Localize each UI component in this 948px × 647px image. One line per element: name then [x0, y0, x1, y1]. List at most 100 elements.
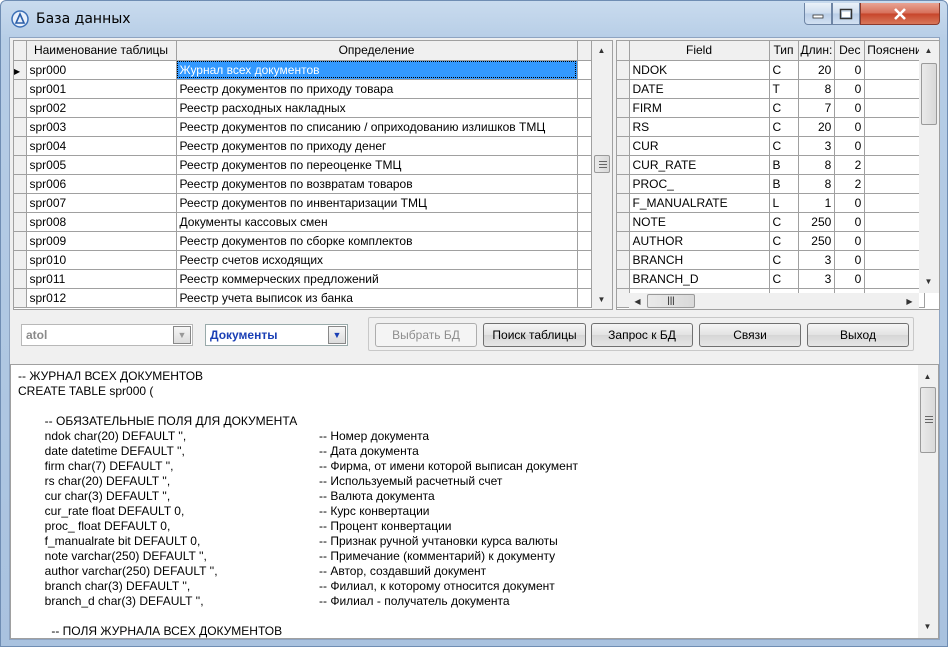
- table-row[interactable]: spr009 Реестр документов по сборке компле…: [14, 231, 592, 251]
- cell-field[interactable]: BRANCH_D: [629, 269, 770, 289]
- cell-definition[interactable]: Журнал всех документов: [176, 60, 578, 80]
- cell-field[interactable]: NDOK: [629, 60, 770, 80]
- cell-description[interactable]: [864, 98, 925, 118]
- exit-button[interactable]: Выход: [807, 323, 909, 347]
- table-row[interactable]: spr008 Документы кассовых смен: [14, 212, 592, 232]
- table-row[interactable]: spr011 Реестр коммерческих предложений: [14, 269, 592, 289]
- cell-length[interactable]: 250: [798, 212, 836, 232]
- table-row[interactable]: DATE T 8 0: [617, 79, 925, 99]
- column-header-definition[interactable]: Определение: [176, 41, 578, 61]
- scroll-up-arrow[interactable]: ▲: [593, 42, 610, 59]
- cell-definition[interactable]: Реестр расходных накладных: [176, 98, 578, 118]
- cell-definition[interactable]: Документы кассовых смен: [176, 212, 578, 232]
- cell-dec[interactable]: 0: [834, 193, 866, 213]
- table-row[interactable]: CUR_RATE B 8 2: [617, 155, 925, 175]
- cell-definition[interactable]: Реестр документов по возвратам товаров: [176, 174, 578, 194]
- scroll-thumb[interactable]: [921, 63, 937, 125]
- fields-horizontal-scrollbar[interactable]: ◀ ||| ▶: [629, 293, 919, 309]
- fields-grid[interactable]: Field Тип Длин: Dec Пояснени NDOK C 20 0 DAT…: [616, 40, 940, 310]
- row-indicator[interactable]: [14, 155, 27, 175]
- scroll-thumb[interactable]: [594, 155, 610, 173]
- row-indicator[interactable]: [14, 250, 27, 270]
- cell-dec[interactable]: 0: [834, 250, 866, 270]
- row-indicator[interactable]: [617, 98, 630, 118]
- links-button[interactable]: Связи: [699, 323, 801, 347]
- cell-definition[interactable]: Реестр документов по списанию / оприходо…: [176, 117, 578, 137]
- row-indicator[interactable]: [14, 269, 27, 289]
- cell-dec[interactable]: 0: [834, 117, 866, 137]
- cell-type[interactable]: C: [769, 60, 799, 80]
- cell-table-name[interactable]: spr003: [26, 117, 177, 137]
- row-indicator[interactable]: [617, 231, 630, 251]
- cell-length[interactable]: 3: [798, 269, 836, 289]
- fields-vertical-scrollbar[interactable]: ▲ ▼: [919, 41, 939, 293]
- cell-description[interactable]: [864, 117, 925, 137]
- cell-type[interactable]: C: [769, 117, 799, 137]
- cell-table-name[interactable]: spr012: [26, 288, 177, 308]
- row-indicator[interactable]: [14, 193, 27, 213]
- table-row[interactable]: spr006 Реестр документов по возвратам тов…: [14, 174, 592, 194]
- row-indicator[interactable]: [617, 155, 630, 175]
- table-row[interactable]: BRANCH C 3 0: [617, 250, 925, 270]
- cell-field[interactable]: DATE: [629, 79, 770, 99]
- title-bar[interactable]: База данных: [1, 1, 947, 37]
- row-indicator[interactable]: [617, 60, 630, 80]
- cell-description[interactable]: [864, 136, 925, 156]
- table-row[interactable]: spr003 Реестр документов по списанию / оп…: [14, 117, 592, 137]
- cell-field[interactable]: AUTHOR: [629, 231, 770, 251]
- cell-field[interactable]: BRANCH: [629, 250, 770, 270]
- table-row[interactable]: NOTE C 250 0: [617, 212, 925, 232]
- cell-dec[interactable]: 0: [834, 212, 866, 232]
- cell-table-name[interactable]: spr009: [26, 231, 177, 251]
- table-row[interactable]: F_MANUALRATE L 1 0: [617, 193, 925, 213]
- cell-type[interactable]: C: [769, 98, 799, 118]
- scroll-left-arrow[interactable]: ◀: [629, 293, 646, 309]
- cell-dec[interactable]: 2: [834, 155, 866, 175]
- cell-type[interactable]: C: [769, 136, 799, 156]
- scroll-up-arrow[interactable]: ▲: [919, 368, 936, 385]
- cell-definition[interactable]: Реестр документов по приходу денег: [176, 136, 578, 156]
- cell-description[interactable]: [864, 231, 925, 251]
- cell-field[interactable]: NOTE: [629, 212, 770, 232]
- cell-table-name[interactable]: spr004: [26, 136, 177, 156]
- table-row[interactable]: ▶ spr000 Журнал всех документов: [14, 60, 592, 80]
- row-indicator[interactable]: [14, 98, 27, 118]
- table-row[interactable]: spr004 Реестр документов по приходу денег: [14, 136, 592, 156]
- table-row[interactable]: spr012 Реестр учета выписок из банка: [14, 288, 592, 308]
- horizontal-scroll-thumb[interactable]: |||: [647, 294, 695, 308]
- column-header-field[interactable]: Field: [629, 41, 770, 61]
- tables-vertical-scrollbar[interactable]: ▲ ▼: [592, 41, 612, 309]
- row-indicator[interactable]: [617, 250, 630, 270]
- cell-field[interactable]: CUR: [629, 136, 770, 156]
- query-db-button[interactable]: Запрос к БД: [591, 323, 693, 347]
- chevron-down-icon[interactable]: ▼: [173, 326, 191, 344]
- chevron-down-icon[interactable]: ▼: [328, 326, 346, 344]
- column-header-table-name[interactable]: Наименование таблицы: [26, 41, 177, 61]
- minimize-button[interactable]: [804, 3, 832, 25]
- tables-grid[interactable]: Наименование таблицы Определение ▶ spr000…: [13, 40, 613, 310]
- cell-definition[interactable]: Реестр документов по переоценке ТМЦ: [176, 155, 578, 175]
- cell-type[interactable]: T: [769, 79, 799, 99]
- table-row[interactable]: NDOK C 20 0: [617, 60, 925, 80]
- table-row[interactable]: RS C 20 0: [617, 117, 925, 137]
- cell-field[interactable]: CUR_RATE: [629, 155, 770, 175]
- cell-length[interactable]: 1: [798, 193, 836, 213]
- cell-type[interactable]: B: [769, 155, 799, 175]
- cell-table-name[interactable]: spr000: [26, 60, 177, 80]
- cell-type[interactable]: C: [769, 269, 799, 289]
- sql-vertical-scrollbar[interactable]: ▲ ▼: [918, 365, 938, 638]
- cell-type[interactable]: C: [769, 231, 799, 251]
- cell-table-name[interactable]: spr008: [26, 212, 177, 232]
- row-indicator[interactable]: [14, 174, 27, 194]
- cell-field[interactable]: FIRM: [629, 98, 770, 118]
- maximize-button[interactable]: [832, 3, 860, 25]
- cell-field[interactable]: PROC_: [629, 174, 770, 194]
- cell-description[interactable]: [864, 193, 925, 213]
- sql-definition-textarea[interactable]: -- ЖУРНАЛ ВСЕХ ДОКУМЕНТОВ CREATE TABLE sp…: [10, 364, 939, 639]
- column-header-type[interactable]: Тип: [769, 41, 799, 61]
- row-indicator[interactable]: [617, 193, 630, 213]
- scroll-thumb[interactable]: [920, 387, 936, 453]
- close-button[interactable]: [860, 3, 940, 25]
- table-row[interactable]: CUR C 3 0: [617, 136, 925, 156]
- cell-table-name[interactable]: spr002: [26, 98, 177, 118]
